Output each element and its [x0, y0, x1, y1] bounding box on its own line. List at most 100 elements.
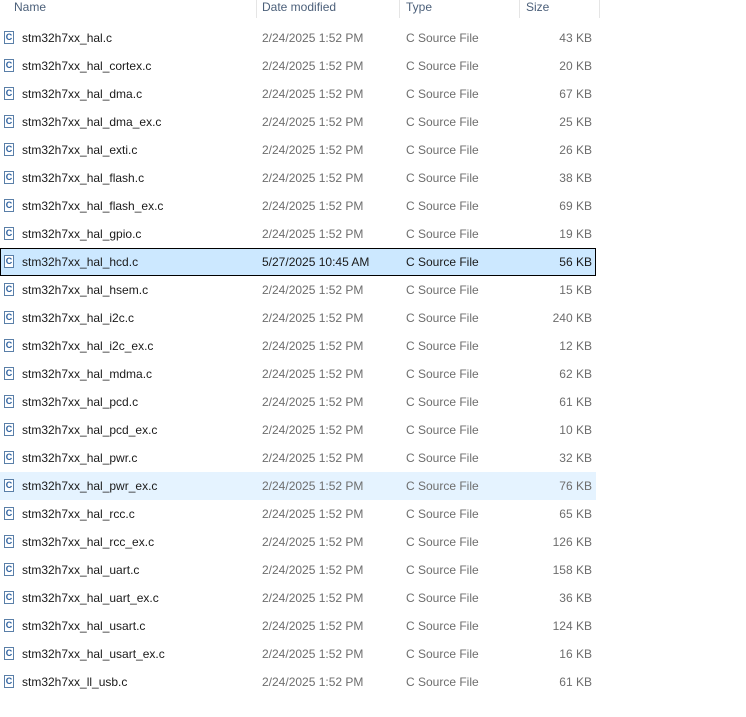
file-type: C Source File [406, 339, 479, 353]
file-size: 65 KB [559, 507, 592, 521]
file-size: 32 KB [559, 451, 592, 465]
c-source-file-icon: C [4, 115, 14, 128]
file-size: 56 KB [559, 255, 592, 269]
file-type: C Source File [406, 535, 479, 549]
file-size: 16 KB [559, 647, 592, 661]
c-file-icon-glyph: C [5, 284, 13, 294]
file-size: 20 KB [559, 59, 592, 73]
file-row[interactable]: Cstm32h7xx_hal_uart.c 2/24/2025 1:52 PM C … [0, 556, 596, 584]
file-list: Cstm32h7xx_hal.c 2/24/2025 1:52 PM C Sourc… [0, 24, 600, 696]
file-row[interactable]: Cstm32h7xx_hal_hsem.c 2/24/2025 1:52 PM C … [0, 276, 596, 304]
file-type: C Source File [406, 451, 479, 465]
file-size: 26 KB [559, 143, 592, 157]
column-header-size[interactable]: Size [520, 0, 600, 18]
c-file-icon-glyph: C [5, 452, 13, 462]
c-file-icon-glyph: C [5, 368, 13, 378]
file-date-modified: 2/24/2025 1:52 PM [262, 647, 364, 661]
file-date-modified: 5/27/2025 10:45 AM [262, 255, 370, 269]
file-size: 15 KB [559, 283, 592, 297]
file-date-modified: 2/24/2025 1:52 PM [262, 563, 364, 577]
file-row[interactable]: Cstm32h7xx_hal.c 2/24/2025 1:52 PM C Sourc… [0, 24, 596, 52]
file-name: stm32h7xx_hal_dma_ex.c [22, 115, 162, 129]
file-row[interactable]: Cstm32h7xx_hal_flash_ex.c 2/24/2025 1:52 … [0, 192, 596, 220]
file-row[interactable]: Cstm32h7xx_hal_pwr_ex.c 2/24/2025 1:52 PM… [0, 472, 596, 500]
file-name: stm32h7xx_hal_uart.c [22, 563, 140, 577]
c-source-file-icon: C [4, 283, 14, 296]
file-size: 67 KB [559, 87, 592, 101]
file-row[interactable]: Cstm32h7xx_hal_pwr.c 2/24/2025 1:52 PM C S… [0, 444, 596, 472]
file-row[interactable]: Cstm32h7xx_hal_mdma.c 2/24/2025 1:52 PM C … [0, 360, 596, 388]
c-file-icon-glyph: C [5, 116, 13, 126]
file-date-modified: 2/24/2025 1:52 PM [262, 367, 364, 381]
c-file-icon-glyph: C [5, 648, 13, 658]
file-date-modified: 2/24/2025 1:52 PM [262, 451, 364, 465]
c-source-file-icon: C [4, 591, 14, 604]
file-row[interactable]: Cstm32h7xx_hal_usart_ex.c 2/24/2025 1:52 … [0, 640, 596, 668]
c-source-file-icon: C [4, 675, 14, 688]
file-row[interactable]: Cstm32h7xx_hal_hcd.c 5/27/2025 10:45 AM C … [0, 248, 596, 276]
file-row[interactable]: Cstm32h7xx_hal_rcc.c 2/24/2025 1:52 PM C S… [0, 500, 596, 528]
file-name: stm32h7xx_hal_dma.c [22, 87, 143, 101]
file-row[interactable]: Cstm32h7xx_hal_flash.c 2/24/2025 1:52 PM C… [0, 164, 596, 192]
file-type: C Source File [406, 479, 479, 493]
file-type: C Source File [406, 199, 479, 213]
c-file-icon-glyph: C [5, 228, 13, 238]
c-file-icon-glyph: C [5, 676, 13, 686]
c-file-icon-glyph: C [5, 564, 13, 574]
file-type: C Source File [406, 87, 479, 101]
file-name: stm32h7xx_hal_exti.c [22, 143, 138, 157]
file-row[interactable]: Cstm32h7xx_hal_usart.c 2/24/2025 1:52 PM C… [0, 612, 596, 640]
file-row[interactable]: Cstm32h7xx_ll_usb.c 2/24/2025 1:52 PM C So… [0, 668, 596, 696]
file-row[interactable]: Cstm32h7xx_hal_i2c_ex.c 2/24/2025 1:52 PM… [0, 332, 596, 360]
c-source-file-icon: C [4, 143, 14, 156]
c-file-icon-glyph: C [5, 172, 13, 182]
file-row[interactable]: Cstm32h7xx_hal_rcc_ex.c 2/24/2025 1:52 PM… [0, 528, 596, 556]
file-size: 240 KB [552, 311, 592, 325]
file-row[interactable]: Cstm32h7xx_hal_pcd.c 2/24/2025 1:52 PM C S… [0, 388, 596, 416]
c-file-icon-glyph: C [5, 312, 13, 322]
file-name: stm32h7xx_hal_usart_ex.c [22, 647, 165, 661]
file-name: stm32h7xx_hal_i2c_ex.c [22, 339, 154, 353]
file-name: stm32h7xx_hal.c [22, 31, 113, 45]
file-row[interactable]: Cstm32h7xx_hal_cortex.c 2/24/2025 1:52 PM… [0, 52, 596, 80]
file-date-modified: 2/24/2025 1:52 PM [262, 507, 364, 521]
file-name: stm32h7xx_hal_pcd.c [22, 395, 139, 409]
file-size: 124 KB [552, 619, 592, 633]
file-row[interactable]: Cstm32h7xx_hal_i2c.c 2/24/2025 1:52 PM C S… [0, 304, 596, 332]
c-source-file-icon: C [4, 339, 14, 352]
file-date-modified: 2/24/2025 1:52 PM [262, 87, 364, 101]
file-row[interactable]: Cstm32h7xx_hal_uart_ex.c 2/24/2025 1:52 P… [0, 584, 596, 612]
column-header-type[interactable]: Type [400, 0, 520, 18]
file-name: stm32h7xx_hal_pwr_ex.c [22, 479, 158, 493]
c-file-icon-glyph: C [5, 256, 13, 266]
c-file-icon-glyph: C [5, 144, 13, 154]
file-date-modified: 2/24/2025 1:52 PM [262, 143, 364, 157]
file-name: stm32h7xx_hal_mdma.c [22, 367, 153, 381]
c-source-file-icon: C [4, 423, 14, 436]
file-type: C Source File [406, 647, 479, 661]
file-name: stm32h7xx_hal_cortex.c [22, 59, 152, 73]
file-row[interactable]: Cstm32h7xx_hal_dma.c 2/24/2025 1:52 PM C S… [0, 80, 596, 108]
file-row[interactable]: Cstm32h7xx_hal_gpio.c 2/24/2025 1:52 PM C … [0, 220, 596, 248]
file-size: 76 KB [559, 479, 592, 493]
file-date-modified: 2/24/2025 1:52 PM [262, 171, 364, 185]
column-header-name[interactable]: Name [8, 0, 257, 18]
file-name: stm32h7xx_hal_hcd.c [22, 255, 139, 269]
file-type: C Source File [406, 563, 479, 577]
file-size: 158 KB [552, 563, 592, 577]
file-size: 43 KB [559, 31, 592, 45]
column-header-date-modified[interactable]: Date modified [256, 0, 400, 18]
file-date-modified: 2/24/2025 1:52 PM [262, 479, 364, 493]
file-type: C Source File [406, 507, 479, 521]
file-name: stm32h7xx_hal_flash_ex.c [22, 199, 164, 213]
c-file-icon-glyph: C [5, 508, 13, 518]
file-date-modified: 2/24/2025 1:52 PM [262, 395, 364, 409]
file-name: stm32h7xx_hal_rcc_ex.c [22, 535, 155, 549]
file-size: 126 KB [552, 535, 592, 549]
file-date-modified: 2/24/2025 1:52 PM [262, 423, 364, 437]
file-type: C Source File [406, 395, 479, 409]
file-type: C Source File [406, 227, 479, 241]
file-row[interactable]: Cstm32h7xx_hal_exti.c 2/24/2025 1:52 PM C … [0, 136, 596, 164]
file-row[interactable]: Cstm32h7xx_hal_dma_ex.c 2/24/2025 1:52 PM… [0, 108, 596, 136]
file-row[interactable]: Cstm32h7xx_hal_pcd_ex.c 2/24/2025 1:52 PM… [0, 416, 596, 444]
